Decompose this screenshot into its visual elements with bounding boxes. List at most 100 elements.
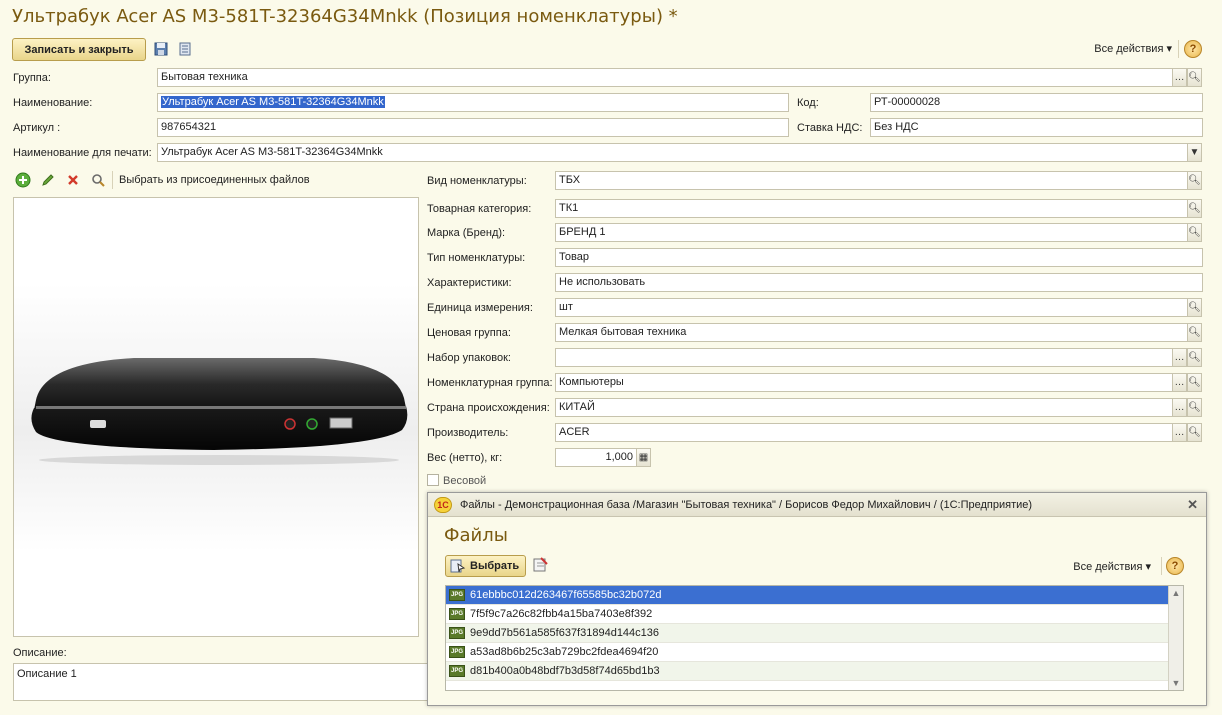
article-label: Артикул :	[13, 122, 61, 134]
1c-logo-icon: 1C	[434, 496, 452, 513]
prop-packages-search-icon[interactable]: 🔍︎	[1187, 348, 1202, 367]
product-image-panel	[13, 197, 419, 637]
code-field[interactable]: РТ-00000028	[870, 93, 1203, 112]
vat-label: Ставка НДС:	[797, 122, 863, 134]
name-label: Наименование:	[13, 97, 93, 109]
prop-field-item-group[interactable]: Компьютеры	[555, 373, 1173, 392]
file-row[interactable]: JPG a53ad8b6b25c3ab729bc2fdea4694f20	[446, 643, 1168, 662]
jpg-file-icon: JPG	[449, 646, 465, 658]
prop-label-manufacturer: Производитель:	[427, 427, 509, 439]
prop-field-characteristics[interactable]: Не использовать	[555, 273, 1203, 292]
prop-label-category: Товарная категория:	[427, 203, 532, 215]
file-name: 61ebbbc012d263467f65585bc32b072d	[470, 589, 662, 601]
open-file-icon[interactable]	[531, 556, 549, 574]
scroll-down-icon[interactable]: ▼	[1169, 678, 1183, 688]
prop-label-item-group: Номенклатурная группа:	[427, 377, 553, 389]
prop-field-category[interactable]: ТК1	[555, 199, 1188, 218]
prop-label-kind: Вид номенклатуры:	[427, 175, 527, 187]
file-name: 9e9dd7b561a585f637f31894d144c136	[470, 627, 660, 639]
files-dialog-window-title: Файлы - Демонстрационная база /Магазин "…	[460, 498, 1033, 511]
prop-label-country: Страна происхождения:	[427, 402, 550, 414]
prop-label-characteristics: Характеристики:	[427, 277, 512, 289]
prop-kind-search-icon[interactable]: 🔍︎	[1187, 171, 1202, 190]
prop-label-price-group: Ценовая группа:	[427, 327, 511, 339]
file-row[interactable]: JPG 61ebbbc012d263467f65585bc32b072d	[446, 586, 1168, 605]
group-choose-button[interactable]: …	[1172, 68, 1187, 87]
file-name: 7f5f9c7a26c82fbb4a15ba7403e8f392	[470, 608, 653, 620]
files-list: JPG 61ebbbc012d263467f65585bc32b072d JPG…	[445, 585, 1184, 691]
prop-price-group-search-icon[interactable]: 🔍︎	[1187, 323, 1202, 342]
file-name: d81b400a0b48bdf7b3d58f74d65bd1b3	[470, 665, 660, 677]
jpg-file-icon: JPG	[449, 589, 465, 601]
group-search-icon[interactable]: 🔍︎	[1187, 68, 1202, 87]
files-help-icon[interactable]: ?	[1166, 557, 1184, 575]
group-label: Группа:	[13, 72, 51, 84]
select-file-label: Выбрать	[470, 560, 520, 572]
article-field[interactable]: 987654321	[157, 118, 789, 137]
file-row[interactable]: JPG 7f5f9c7a26c82fbb4a15ba7403e8f392	[446, 605, 1168, 624]
prop-manufacturer-choose-button[interactable]: …	[1172, 423, 1187, 442]
prop-label-type: Тип номенклатуры:	[427, 252, 526, 264]
print-name-label: Наименование для печати:	[13, 147, 152, 159]
prop-item-group-choose-button[interactable]: …	[1172, 373, 1187, 392]
jpg-file-icon: JPG	[449, 608, 465, 620]
toolbar-divider	[1178, 40, 1179, 58]
prop-country-search-icon[interactable]: 🔍︎	[1187, 398, 1202, 417]
prop-field-unit[interactable]: шт	[555, 298, 1188, 317]
print-name-field[interactable]: Ультрабук Acer AS M3-581T-32364G34Mnkk	[157, 143, 1188, 162]
prop-field-type[interactable]: Товар	[555, 248, 1203, 267]
prop-brand-search-icon[interactable]: 🔍︎	[1187, 223, 1202, 242]
calculator-icon[interactable]: ▦	[636, 448, 651, 467]
description-field[interactable]: Описание 1	[13, 663, 433, 701]
prop-field-price-group[interactable]: Мелкая бытовая техника	[555, 323, 1188, 342]
vat-field[interactable]: Без НДС	[870, 118, 1203, 137]
list-icon[interactable]	[176, 40, 194, 58]
prop-country-choose-button[interactable]: …	[1172, 398, 1187, 417]
all-actions-menu[interactable]: Все действия ▾	[1094, 42, 1172, 55]
files-dialog: 1C Файлы - Демонстрационная база /Магази…	[427, 492, 1207, 706]
print-name-dropdown-icon[interactable]: ▼	[1187, 143, 1202, 162]
files-dialog-heading: Файлы	[444, 525, 508, 546]
image-toolbar-divider	[112, 171, 113, 189]
select-from-attached-files-link[interactable]: Выбрать из присоединенных файлов	[119, 174, 310, 186]
close-icon[interactable]: ✕	[1187, 497, 1198, 513]
prop-category-search-icon[interactable]: 🔍︎	[1187, 199, 1202, 218]
files-dialog-header: 1C Файлы - Демонстрационная база /Магази…	[428, 493, 1206, 517]
prop-field-kind[interactable]: ТБХ	[555, 171, 1188, 190]
weighted-label: Весовой	[443, 475, 487, 487]
file-row[interactable]: JPG d81b400a0b48bdf7b3d58f74d65bd1b3	[446, 662, 1168, 681]
prop-label-weight: Вес (нетто), кг:	[427, 452, 503, 464]
add-icon[interactable]	[14, 171, 32, 189]
jpg-file-icon: JPG	[449, 665, 465, 677]
delete-icon[interactable]	[64, 171, 82, 189]
prop-packages-choose-button[interactable]: …	[1172, 348, 1187, 367]
prop-field-manufacturer[interactable]: ACER	[555, 423, 1173, 442]
scroll-up-icon[interactable]: ▲	[1169, 588, 1183, 598]
group-field[interactable]: Бытовая техника	[157, 68, 1173, 87]
name-field[interactable]: Ультрабук Acer AS M3-581T-32364G34Mnkk	[157, 93, 789, 112]
files-all-actions-menu[interactable]: Все действия ▾	[1073, 560, 1151, 573]
prop-field-brand[interactable]: БРЕНД 1	[555, 223, 1188, 242]
save-and-close-button[interactable]: Записать и закрыть	[12, 38, 146, 61]
prop-label-packages: Набор упаковок:	[427, 352, 511, 364]
prop-item-group-search-icon[interactable]: 🔍︎	[1187, 373, 1202, 392]
description-label: Описание:	[13, 647, 67, 659]
edit-icon[interactable]	[39, 171, 57, 189]
name-field-value: Ультрабук Acer AS M3-581T-32364G34Mnkk	[161, 96, 385, 108]
help-icon[interactable]: ?	[1184, 40, 1202, 58]
select-file-button[interactable]: Выбрать	[445, 555, 526, 577]
file-row[interactable]: JPG 9e9dd7b561a585f637f31894d144c136	[446, 624, 1168, 643]
search-icon[interactable]	[89, 171, 107, 189]
prop-field-packages[interactable]	[555, 348, 1173, 367]
prop-label-brand: Марка (Бренд):	[427, 227, 506, 239]
weighted-checkbox[interactable]	[427, 474, 439, 486]
prop-field-country[interactable]: КИТАЙ	[555, 398, 1173, 417]
select-file-icon	[450, 559, 466, 573]
prop-manufacturer-search-icon[interactable]: 🔍︎	[1187, 423, 1202, 442]
laptop-image	[14, 284, 418, 552]
prop-unit-search-icon[interactable]: 🔍︎	[1187, 298, 1202, 317]
prop-label-unit: Единица измерения:	[427, 302, 533, 314]
prop-field-weight[interactable]: 1,000	[555, 448, 637, 467]
save-icon[interactable]	[152, 40, 170, 58]
files-list-scrollbar[interactable]: ▲ ▼	[1168, 586, 1183, 690]
